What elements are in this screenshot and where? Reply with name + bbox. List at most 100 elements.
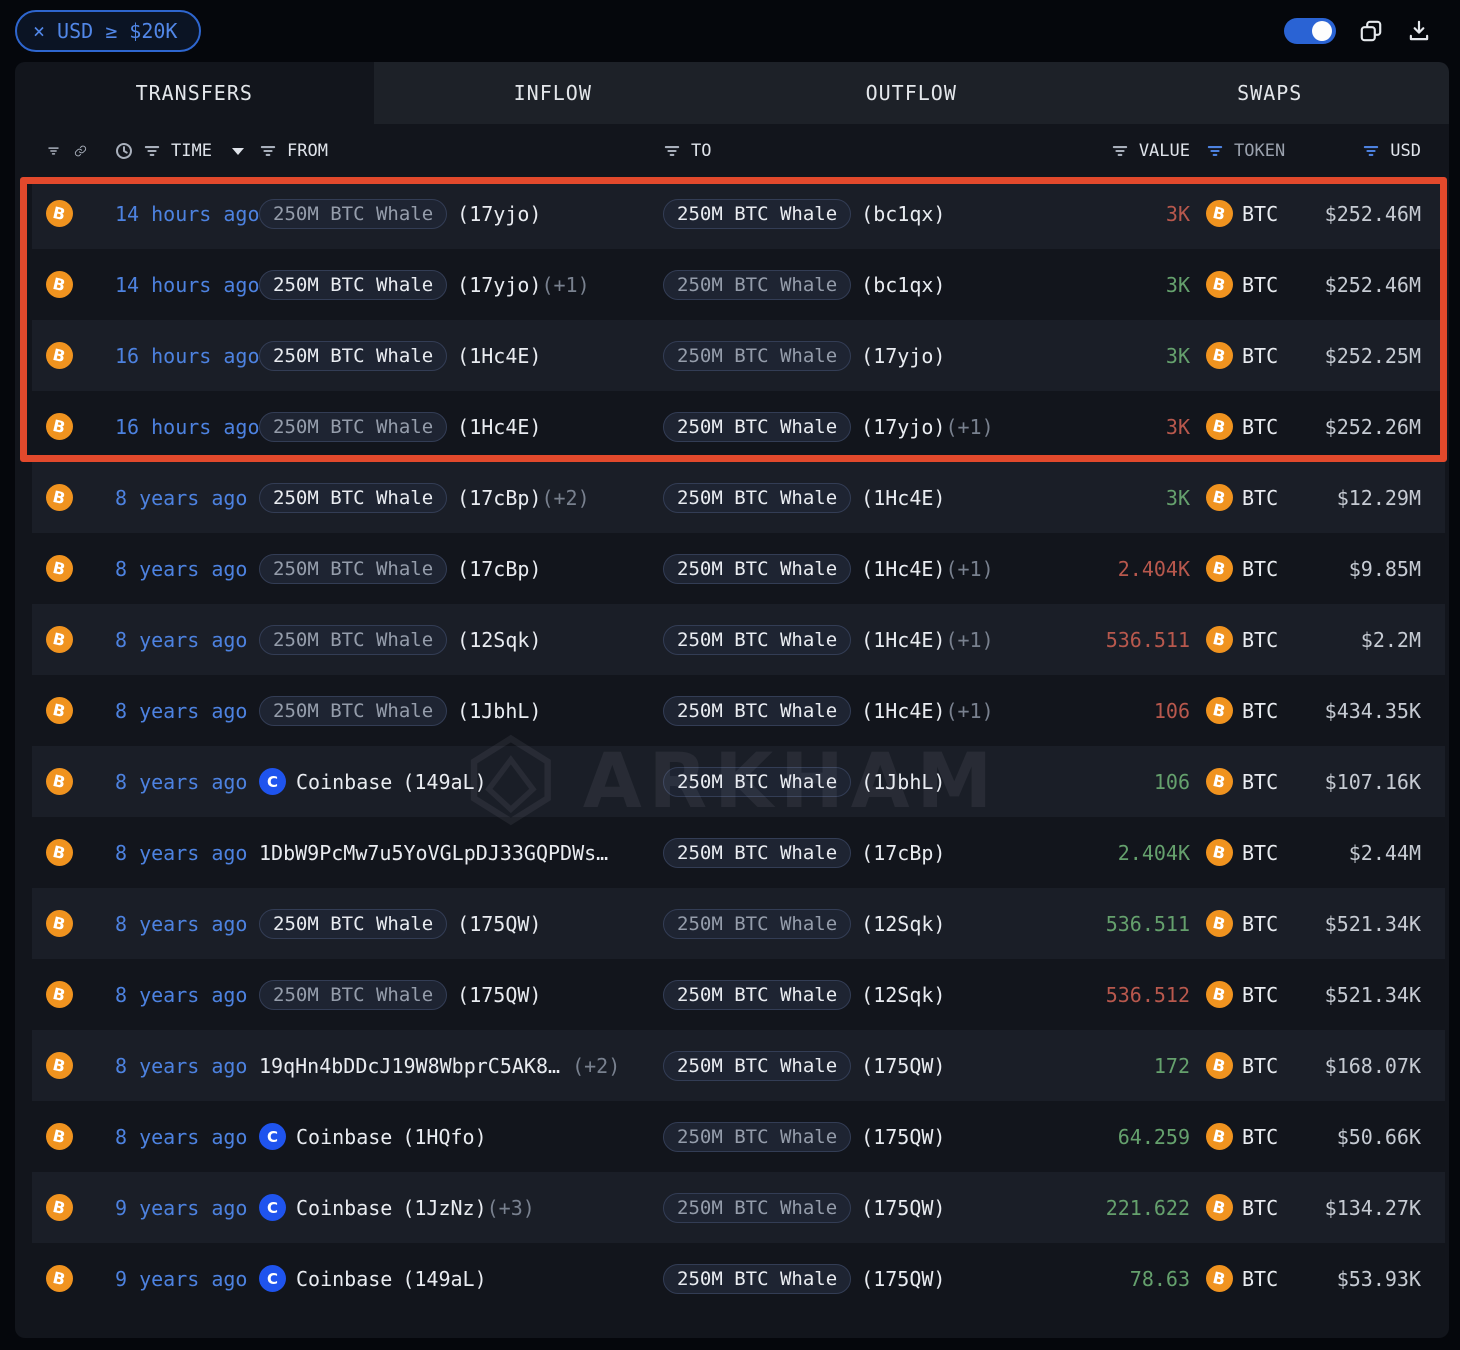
to-cell[interactable]: 250M BTC Whale(1Hc4E) xyxy=(663,483,1075,513)
address-label[interactable]: (175QW) xyxy=(861,1125,945,1149)
address-extra[interactable]: (+1) xyxy=(945,415,993,439)
address-label[interactable]: (1Hc4E) xyxy=(861,699,945,723)
address-extra[interactable]: (+3) xyxy=(487,1196,535,1220)
entity-name[interactable]: Coinbase xyxy=(296,770,392,794)
address-label[interactable]: (bc1qx) xyxy=(861,273,945,297)
entity-pill[interactable]: 250M BTC Whale xyxy=(663,767,851,797)
to-cell[interactable]: 250M BTC Whale(17cBp) xyxy=(663,838,1075,868)
entity-pill[interactable]: 250M BTC Whale xyxy=(663,625,851,655)
entity-pill[interactable]: 250M BTC Whale xyxy=(663,412,851,442)
column-time[interactable]: TIME xyxy=(171,141,212,161)
address-label[interactable]: (12Sqk) xyxy=(861,912,945,936)
address-label[interactable]: (149aL) xyxy=(402,1267,486,1291)
entity-name[interactable]: Coinbase xyxy=(296,1125,392,1149)
from-cell[interactable]: 250M BTC Whale (17cBp) xyxy=(259,554,663,584)
table-row[interactable]: B 8 years ago CCoinbase(1HQfo) 250M BTC … xyxy=(32,1101,1445,1172)
table-row[interactable]: B 8 years ago 250M BTC Whale(17cBp) 250M… xyxy=(32,533,1445,604)
entity-pill[interactable]: 250M BTC Whale xyxy=(259,696,447,726)
from-cell[interactable]: 1DbW9PcMw7u5YoVGLpDJ33GQPDWs… xyxy=(259,841,663,865)
entity-pill[interactable]: 250M BTC Whale xyxy=(663,1264,851,1294)
from-cell[interactable]: 250M BTC Whale(1JbhL) xyxy=(259,696,663,726)
time-cell[interactable]: 8 years ago xyxy=(87,486,259,510)
entity-pill[interactable]: 250M BTC Whale xyxy=(663,554,851,584)
from-cell[interactable]: 250M BTC Whale (17yjo)(+1) xyxy=(259,270,663,300)
tab-inflow[interactable]: INFLOW xyxy=(374,62,733,124)
entity-pill[interactable]: 250M BTC Whale xyxy=(259,412,447,442)
address-extra[interactable]: (+1) xyxy=(541,273,589,297)
entity-pill[interactable]: 250M BTC Whale xyxy=(259,554,447,584)
entity-pill[interactable]: 250M BTC Whale xyxy=(259,199,447,229)
to-cell[interactable]: 250M BTC Whale(12Sqk) xyxy=(663,980,1075,1010)
to-cell[interactable]: 250M BTC Whale (17yjo)(+1) xyxy=(663,412,1075,442)
to-cell[interactable]: 250M BTC Whale (1Hc4E)(+1) xyxy=(663,554,1075,584)
address-label[interactable]: 1DbW9PcMw7u5YoVGLpDJ33GQPDWs… xyxy=(259,841,608,865)
clock-icon[interactable] xyxy=(115,142,133,160)
to-cell[interactable]: 250M BTC Whale(bc1qx) xyxy=(663,199,1075,229)
table-row[interactable]: B 8 years ago 250M BTC Whale(12Sqk) 250M… xyxy=(32,604,1445,675)
usd-toggle[interactable] xyxy=(1284,18,1336,44)
filter-icon[interactable] xyxy=(259,142,277,160)
address-label[interactable]: (17yjo) xyxy=(861,344,945,368)
address-label[interactable]: (1JzNz) xyxy=(402,1196,486,1220)
table-row[interactable]: B 8 years ago 250M BTC Whale(17cBp)(+2) … xyxy=(32,462,1445,533)
to-cell[interactable]: 250M BTC Whale (1Hc4E)(+1) xyxy=(663,625,1075,655)
time-cell[interactable]: 8 years ago xyxy=(87,770,259,794)
from-cell[interactable]: CCoinbase(149aL) xyxy=(259,768,663,795)
entity-pill[interactable]: 250M BTC Whale xyxy=(663,838,851,868)
to-cell[interactable]: 250M BTC Whale(175QW) xyxy=(663,1051,1075,1081)
time-cell[interactable]: 8 years ago xyxy=(87,557,259,581)
to-cell[interactable]: 250M BTC Whale(175QW) xyxy=(663,1264,1075,1294)
usd-filter-chip[interactable]: × USD ≥ $20K xyxy=(15,10,201,52)
table-row[interactable]: B 8 years ago 250M BTC Whale(175QW) 250M… xyxy=(32,888,1445,959)
address-extra[interactable]: (+1) xyxy=(945,557,993,581)
address-label[interactable]: (12Sqk) xyxy=(457,628,541,652)
table-row[interactable]: B 8 years ago CCoinbase(149aL) 250M BTC … xyxy=(32,746,1445,817)
download-icon[interactable] xyxy=(1406,18,1432,44)
address-label[interactable]: (17yjo) xyxy=(861,415,945,439)
entity-pill[interactable]: 250M BTC Whale xyxy=(663,696,851,726)
tab-transfers[interactable]: TRANSFERS xyxy=(15,62,374,124)
column-usd[interactable]: USD xyxy=(1390,141,1421,161)
address-label[interactable]: (1Hc4E) xyxy=(457,415,541,439)
filter-icon[interactable] xyxy=(663,142,681,160)
entity-pill[interactable]: 250M BTC Whale xyxy=(663,341,851,371)
address-label[interactable]: (17cBp) xyxy=(457,486,541,510)
filter-icon[interactable] xyxy=(1111,142,1129,160)
address-label[interactable]: (17yjo) xyxy=(457,202,541,226)
filter-icon-active[interactable] xyxy=(1362,142,1380,160)
to-cell[interactable]: 250M BTC Whale (175QW) xyxy=(663,1122,1075,1152)
to-cell[interactable]: 250M BTC Whale(bc1qx) xyxy=(663,270,1075,300)
from-cell[interactable]: 250M BTC Whale (175QW) xyxy=(259,909,663,939)
table-row[interactable]: B 14 hours ago 250M BTC Whale(17yjo)(+1)… xyxy=(32,249,1445,320)
address-label[interactable]: (17yjo) xyxy=(457,273,541,297)
entity-pill[interactable]: 250M BTC Whale xyxy=(663,483,851,513)
address-label[interactable]: (175QW) xyxy=(861,1054,945,1078)
from-cell[interactable]: 250M BTC Whale(1Hc4E) xyxy=(259,341,663,371)
address-extra[interactable]: (+1) xyxy=(945,628,993,652)
address-label[interactable]: (17cBp) xyxy=(457,557,541,581)
address-label[interactable]: (1Hc4E) xyxy=(861,557,945,581)
entity-name[interactable]: Coinbase xyxy=(296,1267,392,1291)
time-cell[interactable]: 9 years ago xyxy=(87,1267,259,1291)
entity-name[interactable]: Coinbase xyxy=(296,1196,392,1220)
table-row[interactable]: B 9 years ago CCoinbase(1JzNz)(+3) 250M … xyxy=(32,1172,1445,1243)
table-row[interactable]: B 14 hours ago 250M BTC Whale(17yjo) 250… xyxy=(32,178,1445,249)
from-cell[interactable]: 250M BTC Whale (17yjo) xyxy=(259,199,663,229)
time-cell[interactable]: 8 years ago xyxy=(87,699,259,723)
entity-pill[interactable]: 250M BTC Whale xyxy=(663,1122,851,1152)
address-extra[interactable]: (+1) xyxy=(945,699,993,723)
address-label[interactable]: (175QW) xyxy=(457,912,541,936)
from-cell[interactable]: CCoinbase(149aL) xyxy=(259,1265,663,1292)
address-label[interactable]: (1Hc4E) xyxy=(861,628,945,652)
entity-pill[interactable]: 250M BTC Whale xyxy=(259,270,447,300)
address-label[interactable]: (149aL) xyxy=(402,770,486,794)
time-cell[interactable]: 8 years ago xyxy=(87,1125,259,1149)
entity-pill[interactable]: 250M BTC Whale xyxy=(259,625,447,655)
address-extra[interactable]: (+2) xyxy=(541,486,589,510)
table-row[interactable]: B 16 hours ago 250M BTC Whale(1Hc4E) 250… xyxy=(32,391,1445,462)
address-label[interactable]: (1Hc4E) xyxy=(457,344,541,368)
table-row[interactable]: B 9 years ago CCoinbase(149aL) 250M BTC … xyxy=(32,1243,1445,1314)
entity-pill[interactable]: 250M BTC Whale xyxy=(259,909,447,939)
tab-outflow[interactable]: OUTFLOW xyxy=(732,62,1091,124)
from-cell[interactable]: 250M BTC Whale (12Sqk) xyxy=(259,625,663,655)
